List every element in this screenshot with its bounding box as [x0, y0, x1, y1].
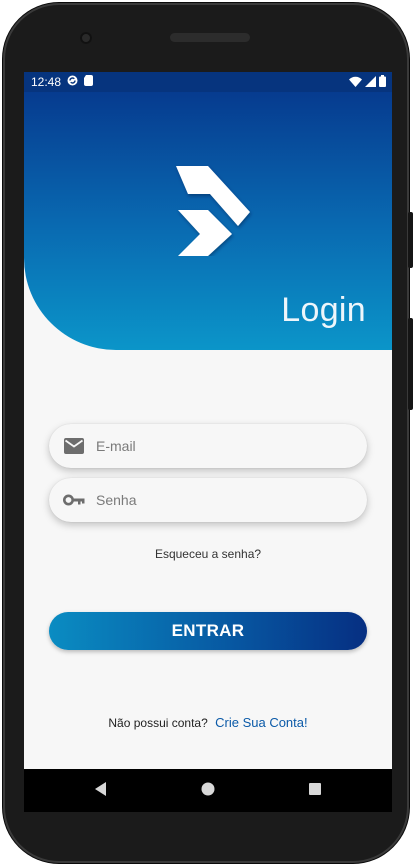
signup-row: Não possui conta? Crie Sua Conta!: [24, 715, 392, 730]
signup-prompt: Não possui conta?: [108, 716, 208, 730]
status-bar: 12:48: [24, 72, 392, 92]
password-input[interactable]: [94, 491, 338, 509]
email-field[interactable]: [49, 424, 367, 468]
power-button: [408, 318, 413, 410]
recents-icon[interactable]: [308, 781, 322, 802]
mail-icon: [63, 435, 85, 457]
password-field[interactable]: [49, 478, 367, 522]
system-nav-bar: [24, 769, 392, 812]
login-header: Login: [24, 92, 392, 350]
sim-card-icon: [84, 75, 94, 89]
wifi-icon: [349, 76, 362, 90]
chevron-arrows-logo: [176, 166, 250, 256]
page-title: Login: [281, 291, 366, 329]
app-screen: 12:48 Login E-mail Esqueceu a senha? ENT…: [24, 72, 392, 812]
battery-icon: [379, 75, 386, 90]
key-icon: [63, 489, 85, 511]
forgot-password-link[interactable]: Esqueceu a senha?: [24, 547, 392, 561]
status-time: 12:48: [31, 75, 62, 89]
cell-signal-icon: [365, 75, 376, 90]
earpiece-speaker: [170, 33, 250, 42]
phone-frame: 12:48 Login E-mail Esqueceu a senha? ENT…: [3, 3, 409, 863]
create-account-link[interactable]: Crie Sua Conta!: [215, 715, 308, 730]
back-icon[interactable]: [94, 781, 108, 802]
home-icon[interactable]: [201, 781, 215, 802]
front-camera: [80, 32, 92, 44]
login-button[interactable]: ENTRAR: [49, 612, 367, 650]
volume-button: [408, 212, 413, 268]
email-input[interactable]: [94, 437, 338, 455]
sync-icon: [67, 75, 78, 89]
